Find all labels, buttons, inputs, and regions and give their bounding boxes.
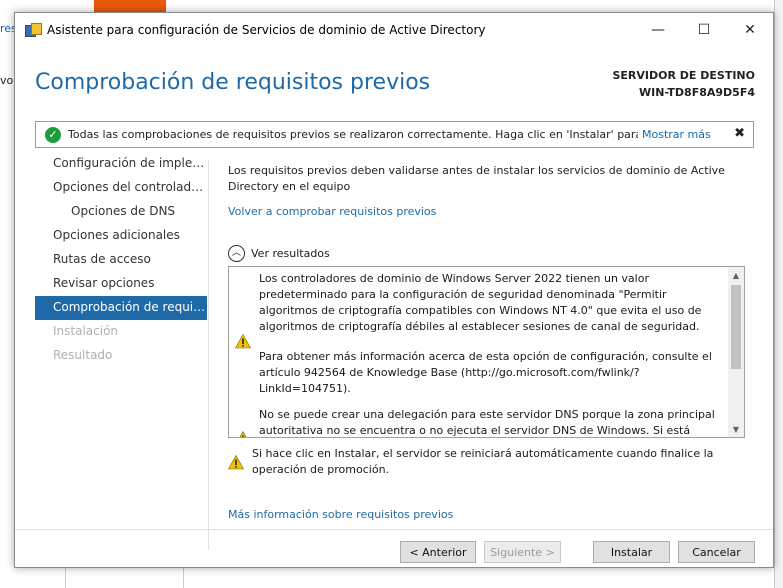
window-title: Asistente para configuración de Servicio… <box>47 22 486 37</box>
background-text-fragment: vo <box>0 74 14 87</box>
success-check-icon: ✓ <box>45 126 61 143</box>
nav-item-prerequisites-check[interactable]: Comprobación de requisi... <box>35 296 207 320</box>
install-button[interactable]: Instalar <box>593 541 670 563</box>
results-list: Los controladores de dominio de Windows … <box>229 267 727 437</box>
previous-button[interactable]: < Anterior <box>400 541 476 563</box>
wizard-buttons: < Anterior Siguiente > Instalar Cancelar <box>392 541 755 563</box>
page-title: Comprobación de requisitos previos <box>35 70 431 95</box>
result-text: Los controladores de dominio de Windows … <box>259 272 702 333</box>
more-info-link[interactable]: Más información sobre requisitos previos <box>228 508 453 521</box>
view-results-toggle[interactable]: ︿ Ver resultados <box>228 245 330 262</box>
close-button[interactable]: ✕ <box>727 13 773 46</box>
warning-icon <box>228 454 244 470</box>
ad-ds-app-icon <box>25 22 42 37</box>
nav-item-results: Resultado <box>53 348 113 362</box>
nav-item-additional-options[interactable]: Opciones adicionales <box>35 224 207 248</box>
scrollbar-thumb[interactable] <box>731 285 741 369</box>
nav-item-dc-options[interactable]: Opciones del controlador... <box>35 176 207 200</box>
scroll-down-arrow-icon[interactable]: ▼ <box>728 421 744 437</box>
next-button: Siguiente > <box>484 541 561 563</box>
main-content: Los requisitos previos deben validarse a… <box>228 163 758 521</box>
target-server-name: WIN-TD8F8A9D5F4 <box>639 86 755 99</box>
background-divider <box>65 566 66 588</box>
result-text: No se puede crear una delegación para es… <box>259 408 715 437</box>
nav-item-dns-options[interactable]: Opciones de DNS <box>35 200 207 224</box>
warning-icon <box>239 430 247 437</box>
warning-icon <box>235 333 251 349</box>
background-window-edge <box>774 0 783 588</box>
background-app-accent <box>94 0 166 12</box>
scroll-up-arrow-icon[interactable]: ▲ <box>728 267 744 283</box>
result-text: Para obtener más información acerca de e… <box>259 350 712 395</box>
notification-bar: ✓ Todas las comprobaciones de requisitos… <box>35 121 754 148</box>
background-divider <box>183 566 184 588</box>
target-server: SERVIDOR DE DESTINO WIN-TD8F8A9D5F4 <box>613 67 756 101</box>
notification-close-button[interactable]: ✖ <box>734 126 745 141</box>
restart-warning-text: Si hace clic en Instalar, el servidor se… <box>252 447 714 476</box>
restart-warning: Si hace clic en Instalar, el servidor se… <box>228 446 748 478</box>
maximize-button[interactable]: ☐ <box>681 13 727 46</box>
nav-item-paths[interactable]: Rutas de acceso <box>35 248 207 272</box>
nav-item-installation: Instalación <box>53 324 119 338</box>
result-item: Los controladores de dominio de Windows … <box>235 271 721 411</box>
nav-item-review-options[interactable]: Revisar opciones <box>35 272 207 296</box>
wizard-header: Comprobación de requisitos previos SERVI… <box>15 46 773 116</box>
show-more-link[interactable]: Mostrar más <box>642 128 711 141</box>
notification-text: Todas las comprobaciones de requisitos p… <box>68 128 638 141</box>
minimize-button[interactable]: — <box>635 13 681 46</box>
view-results-label: Ver resultados <box>251 247 330 260</box>
window-controls: — ☐ ✕ <box>635 13 773 46</box>
nav-divider <box>208 160 209 550</box>
intro-text: Los requisitos previos deben validarse a… <box>228 164 725 193</box>
recheck-prerequisites-link[interactable]: Volver a comprobar requisitos previos <box>228 205 436 218</box>
chevron-up-icon: ︿ <box>228 245 245 262</box>
target-server-label: SERVIDOR DE DESTINO <box>612 69 756 82</box>
footer-divider <box>15 529 773 530</box>
wizard-window: Asistente para configuración de Servicio… <box>14 12 774 568</box>
results-panel[interactable]: Los controladores de dominio de Windows … <box>228 266 745 438</box>
cancel-button[interactable]: Cancelar <box>678 541 755 563</box>
nav-item-deployment-config[interactable]: Configuración de implem... <box>35 152 207 176</box>
results-scrollbar[interactable]: ▲ ▼ <box>728 267 744 437</box>
title-bar[interactable]: Asistente para configuración de Servicio… <box>15 13 773 46</box>
wizard-nav: Configuración de implem... Opciones del … <box>35 152 207 368</box>
result-item: No se puede crear una delegación para es… <box>235 407 721 437</box>
